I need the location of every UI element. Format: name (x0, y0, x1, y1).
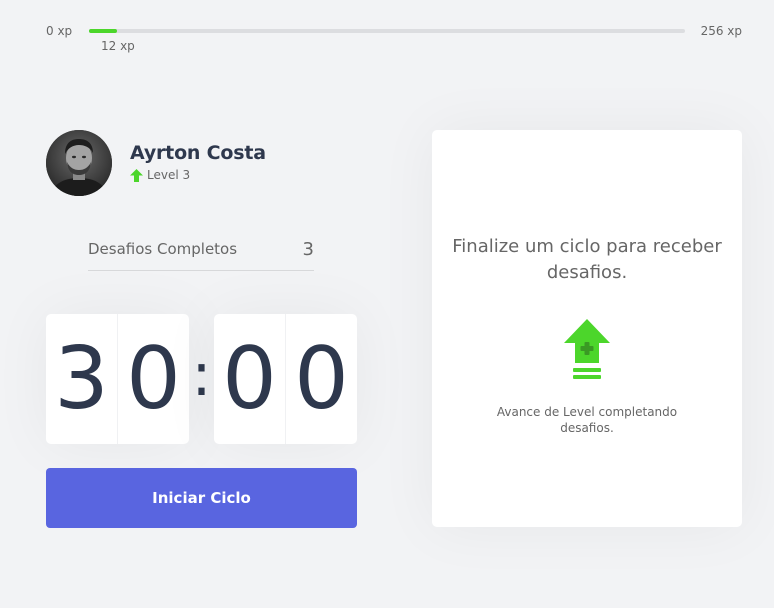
completed-challenges: Desafios Completos 3 (88, 228, 314, 271)
profile-name: Ayrton Costa (130, 142, 266, 164)
experience-bar (89, 29, 685, 33)
countdown-timer: 3 0 : 0 0 (46, 314, 357, 444)
second-digit-ones: 0 (285, 314, 357, 444)
current-xp-label: 12 xp (101, 39, 135, 53)
countdown-separator: : (191, 340, 212, 410)
minute-digit-tens: 3 (54, 329, 109, 429)
xp-min-label: 0 xp (46, 24, 73, 38)
profile-level: Level 3 (130, 168, 190, 182)
minute-digit-ones: 0 (117, 314, 189, 444)
challenge-box-hint: Avance de Level completando desafios. (496, 405, 678, 435)
completed-challenges-label: Desafios Completos (88, 240, 238, 258)
start-cycle-button[interactable]: Iniciar Ciclo (46, 468, 357, 528)
avatar (46, 130, 112, 196)
xp-max-label: 256 xp (700, 24, 742, 38)
challenge-box-title: Finalize um ciclo para receber desafios. (452, 236, 722, 283)
countdown-seconds: 0 0 (214, 314, 357, 444)
countdown-minutes: 3 0 (46, 314, 189, 444)
profile-level-label: Level 3 (147, 168, 191, 182)
level-up-arrow-icon (130, 168, 143, 182)
level-up-icon (564, 319, 610, 381)
challenge-box: Finalize um ciclo para receber desafios.… (432, 130, 742, 527)
avatar-photo (46, 130, 112, 196)
second-digit-tens: 0 (222, 329, 277, 429)
experience-bar-fill (89, 29, 117, 33)
completed-challenges-count: 3 (302, 238, 314, 260)
